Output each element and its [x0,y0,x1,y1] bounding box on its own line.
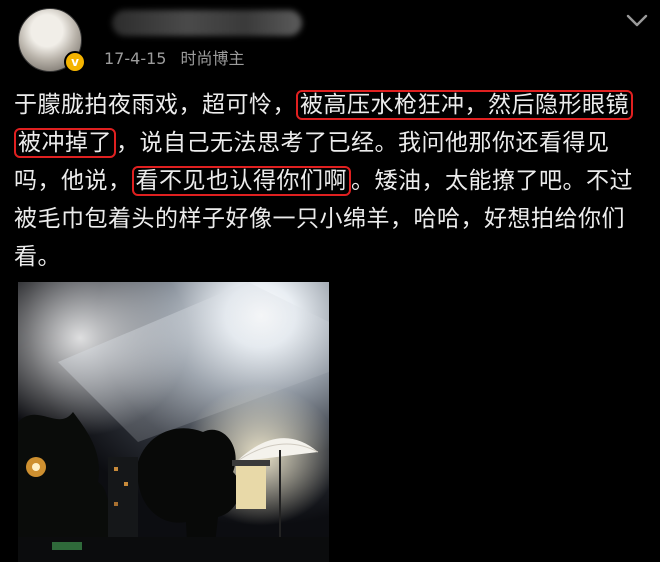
chevron-down-icon[interactable] [624,10,650,32]
post-text-part-1: 于朦胧拍夜雨戏，超可怜， [14,92,296,118]
post-photo[interactable] [18,282,329,562]
post-header: v 17-4-15 时尚博主 [0,0,660,80]
blurred-username[interactable] [112,10,302,36]
post-source: 时尚博主 [180,49,245,68]
post-date: 17-4-15 [104,49,167,68]
highlight-box-2: 看不见也认得你们啊 [131,166,351,196]
post-meta: 17-4-15 时尚博主 [104,45,244,69]
post-body: 于朦胧拍夜雨戏，超可怜， 被高压水枪狂冲，然后隐形眼镜被冲掉了 ，说自己无法思考了已… [14,86,650,276]
verified-badge-icon: v [64,51,86,73]
